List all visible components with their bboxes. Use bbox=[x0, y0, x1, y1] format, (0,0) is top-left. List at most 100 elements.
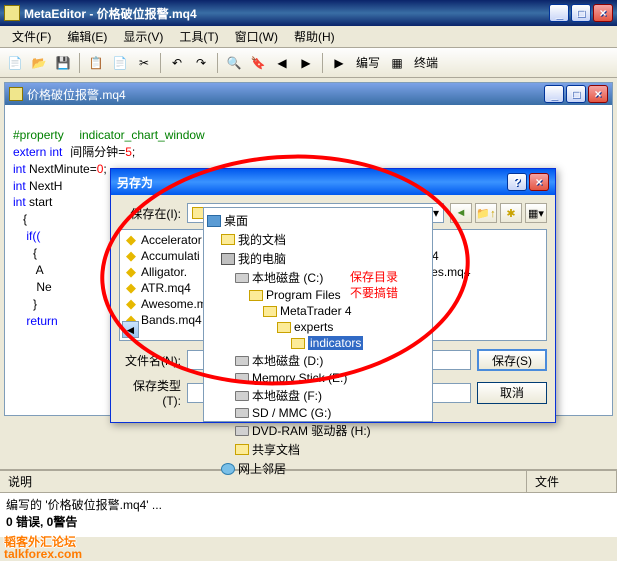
tree-item-label: Program Files bbox=[266, 288, 341, 302]
tree-item[interactable]: 本地磁盘 (D:) bbox=[207, 351, 429, 370]
scroll-left-button[interactable]: ◄ bbox=[122, 321, 139, 338]
tree-item-label: 共享文档 bbox=[252, 441, 300, 458]
menu-view[interactable]: 显示(V) bbox=[115, 26, 171, 47]
tree-item-label: 本地磁盘 (F:) bbox=[252, 387, 322, 404]
file-item-label: ATR.mq4 bbox=[141, 281, 191, 295]
tree-item[interactable]: 我的文档 bbox=[207, 230, 429, 249]
tree-item-label: MetaTrader 4 bbox=[280, 304, 352, 318]
view-mode-button[interactable]: ▦▾ bbox=[525, 203, 547, 223]
menubar: 文件(F) 编辑(E) 显示(V) 工具(T) 窗口(W) 帮助(H) bbox=[0, 26, 617, 48]
file-item-label: Accelerator bbox=[141, 233, 202, 247]
editor-minimize-button[interactable]: _ bbox=[544, 85, 564, 103]
tree-item-icon bbox=[235, 444, 249, 455]
prev-bookmark-button[interactable]: ◀ bbox=[271, 52, 293, 74]
mq4-file-icon: ◆ bbox=[124, 249, 138, 263]
editor-titlebar: 价格破位报警.mq4 _ □ × bbox=[5, 83, 612, 105]
paste-button[interactable]: 📄 bbox=[109, 52, 131, 74]
file-item-label: Alligator. bbox=[141, 265, 187, 279]
tree-item-label: experts bbox=[294, 320, 333, 334]
tree-item-label: indicators bbox=[308, 336, 363, 350]
filename-label: 文件名(N): bbox=[119, 352, 181, 369]
tree-item-label: Memory Stick (E:) bbox=[252, 371, 347, 385]
tree-item-label: 网上邻居 bbox=[238, 460, 286, 477]
tree-item-label: 我的文档 bbox=[238, 231, 286, 248]
terminal-icon[interactable]: ▦ bbox=[386, 52, 408, 74]
copy-button[interactable]: 📋 bbox=[85, 52, 107, 74]
mq4-file-icon: ◆ bbox=[124, 297, 138, 311]
mq4-file-icon: ◆ bbox=[124, 265, 138, 279]
undo-button[interactable]: ↶ bbox=[166, 52, 188, 74]
menu-edit[interactable]: 编辑(E) bbox=[59, 26, 115, 47]
output-panel: 说明 文件 编写的 '价格破位报警.mq4' ... 0 错误, 0警告 bbox=[0, 469, 617, 537]
tree-item[interactable]: DVD-RAM 驱动器 (H:) bbox=[207, 421, 429, 440]
save-in-label: 保存在(I): bbox=[119, 205, 181, 222]
tree-item[interactable]: indicators bbox=[207, 335, 429, 351]
editor-maximize-button[interactable]: □ bbox=[566, 85, 586, 103]
file-icon bbox=[9, 87, 23, 101]
app-title: MetaEditor - 价格破位报警.mq4 bbox=[24, 5, 549, 22]
tree-item-icon bbox=[235, 426, 249, 436]
tree-item-icon bbox=[221, 234, 235, 245]
tree-item[interactable]: experts bbox=[207, 319, 429, 335]
tree-item-label: 桌面 bbox=[224, 212, 248, 229]
new-folder-button[interactable]: ✱ bbox=[500, 203, 522, 223]
tree-item[interactable]: Memory Stick (E:) bbox=[207, 370, 429, 386]
bookmark-button[interactable]: 🔖 bbox=[247, 52, 269, 74]
menu-window[interactable]: 窗口(W) bbox=[227, 26, 286, 47]
tree-item-label: 本地磁盘 (C:) bbox=[252, 269, 323, 286]
dialog-title: 另存为 bbox=[117, 174, 507, 191]
tree-item-icon bbox=[221, 463, 235, 475]
compile-icon[interactable]: ▶ bbox=[328, 52, 350, 74]
new-file-button[interactable]: 📄 bbox=[4, 52, 26, 74]
tree-item-icon bbox=[291, 338, 305, 349]
menu-tools[interactable]: 工具(T) bbox=[171, 26, 226, 47]
cut-button[interactable]: ✂ bbox=[133, 52, 155, 74]
file-item-label: Accumulati bbox=[141, 249, 200, 263]
tree-item[interactable]: SD / MMC (G:) bbox=[207, 405, 429, 421]
tree-item[interactable]: MetaTrader 4 bbox=[207, 303, 429, 319]
up-button[interactable]: 📁↑ bbox=[475, 203, 497, 223]
tree-item-icon bbox=[221, 253, 235, 265]
tree-item[interactable]: 我的电脑 bbox=[207, 249, 429, 268]
minimize-button[interactable]: _ bbox=[549, 4, 569, 22]
tree-item-icon bbox=[235, 373, 249, 383]
mq4-file-icon: ◆ bbox=[124, 233, 138, 247]
find-button[interactable]: 🔍 bbox=[223, 52, 245, 74]
dialog-close-button[interactable]: × bbox=[529, 173, 549, 191]
tree-item-icon bbox=[277, 322, 291, 333]
tree-item-label: 我的电脑 bbox=[238, 250, 286, 267]
next-bookmark-button[interactable]: ▶ bbox=[295, 52, 317, 74]
dialog-help-button[interactable]: ? bbox=[507, 173, 527, 191]
location-tree-dropdown[interactable]: 桌面我的文档我的电脑本地磁盘 (C:) Program Files MetaTrad… bbox=[203, 207, 433, 422]
watermark: 韬客外汇论坛 talkforex.com bbox=[4, 537, 82, 559]
tree-item[interactable]: 本地磁盘 (C:) bbox=[207, 268, 429, 287]
compile-label[interactable]: 编写 bbox=[352, 54, 384, 71]
tree-item-label: 本地磁盘 (D:) bbox=[252, 352, 323, 369]
tree-item-icon bbox=[235, 356, 249, 366]
open-file-button[interactable]: 📂 bbox=[28, 52, 50, 74]
maximize-button[interactable]: □ bbox=[571, 4, 591, 22]
save-button-dialog[interactable]: 保存(S) bbox=[477, 349, 547, 371]
tree-item-label: SD / MMC (G:) bbox=[252, 406, 331, 420]
tree-item[interactable]: 桌面 bbox=[207, 211, 429, 230]
menu-help[interactable]: 帮助(H) bbox=[286, 26, 343, 47]
close-button[interactable]: × bbox=[593, 4, 613, 22]
tree-item[interactable]: 本地磁盘 (F:) bbox=[207, 386, 429, 405]
cancel-button-dialog[interactable]: 取消 bbox=[477, 382, 547, 404]
editor-tab-title: 价格破位报警.mq4 bbox=[27, 86, 544, 103]
output-summary: 0 错误, 0警告 bbox=[6, 513, 611, 530]
back-button[interactable]: ◄ bbox=[450, 203, 472, 223]
save-button[interactable]: 💾 bbox=[52, 52, 74, 74]
editor-close-button[interactable]: × bbox=[588, 85, 608, 103]
tree-item-icon bbox=[235, 408, 249, 418]
tree-item[interactable]: 共享文档 bbox=[207, 440, 429, 459]
menu-file[interactable]: 文件(F) bbox=[4, 26, 59, 47]
dropdown-arrow-icon: ▾ bbox=[433, 206, 439, 220]
terminal-label[interactable]: 终端 bbox=[410, 54, 442, 71]
tree-item-icon bbox=[235, 273, 249, 283]
tree-item-icon bbox=[235, 391, 249, 401]
redo-button[interactable]: ↷ bbox=[190, 52, 212, 74]
tree-item[interactable]: 网上邻居 bbox=[207, 459, 429, 478]
tree-item[interactable]: Program Files bbox=[207, 287, 429, 303]
output-col-file[interactable]: 文件 bbox=[527, 471, 617, 492]
